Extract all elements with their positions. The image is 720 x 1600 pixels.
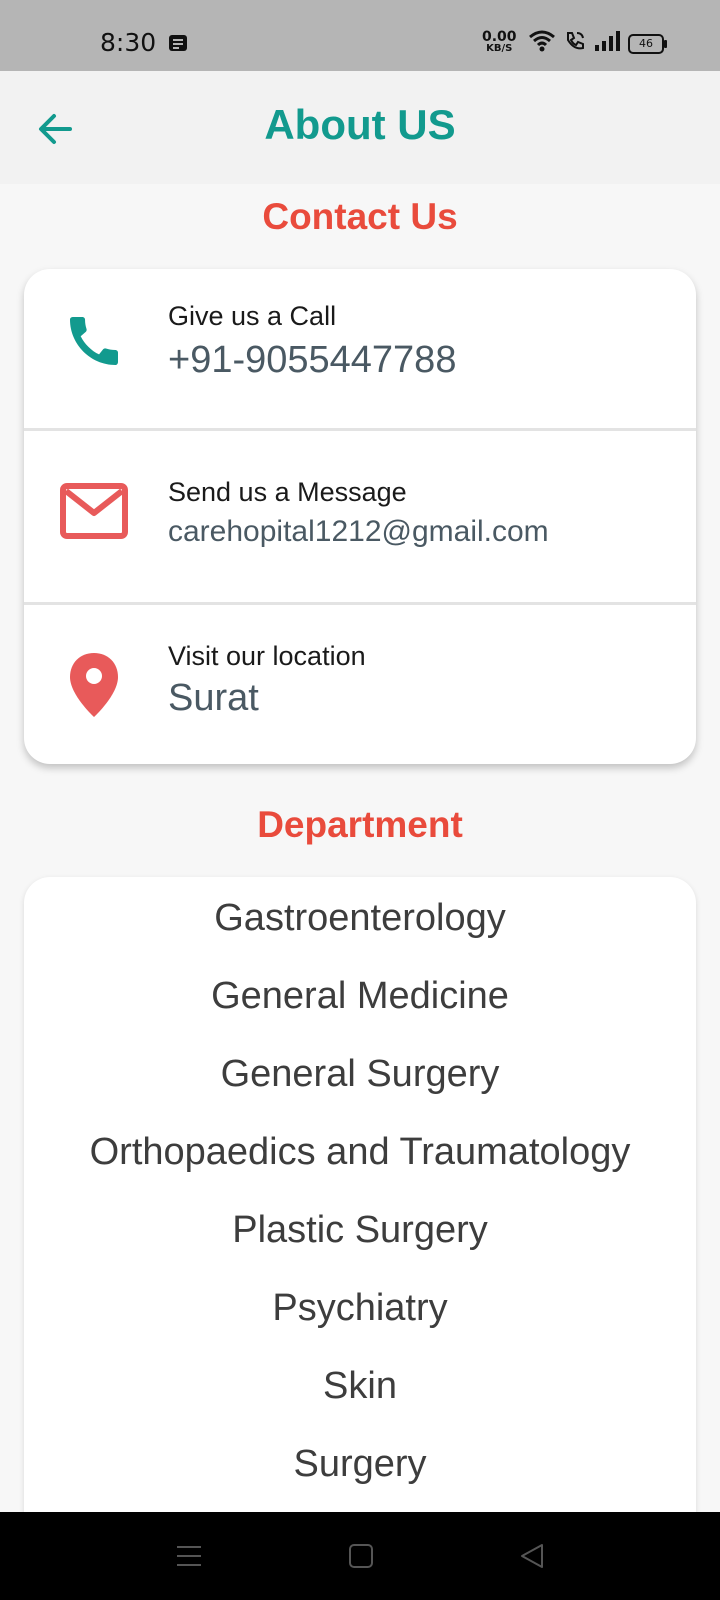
department-item[interactable]: Plastic Surgery — [24, 1209, 696, 1252]
department-section-title: Department — [257, 804, 463, 845]
signal-icon — [594, 31, 620, 56]
contact-card: Give us a Call +91-9055447788 Send us a … — [24, 269, 696, 764]
department-item[interactable]: Skin — [24, 1365, 696, 1408]
home-square-icon[interactable] — [347, 1542, 375, 1575]
location-label: Visit our location — [168, 641, 366, 671]
call-phone-number[interactable]: +91-9055447788 — [168, 339, 456, 382]
department-item[interactable]: Surgery — [24, 1443, 696, 1486]
department-item[interactable]: Orthopaedics and Traumatology — [24, 1131, 696, 1174]
call-label: Give us a Call — [168, 301, 337, 331]
department-item[interactable]: General Surgery — [24, 1053, 696, 1096]
back-triangle-icon[interactable] — [518, 1542, 546, 1575]
location-value: Surat — [168, 677, 259, 719]
system-nav-bar — [0, 1512, 720, 1600]
status-icons: 46 — [528, 30, 667, 57]
app-bar: About US — [0, 71, 720, 184]
wifi-icon — [528, 30, 556, 57]
contact-message-row[interactable]: Send us a Message carehopital1212@gmail.… — [24, 431, 696, 602]
message-email[interactable]: carehopital1212@gmail.com — [168, 515, 549, 549]
network-speed-unit: KB/S — [486, 43, 513, 54]
department-item[interactable]: Psychiatry — [24, 1287, 696, 1330]
mail-icon — [60, 483, 128, 544]
department-item[interactable]: Gastroenterology — [24, 897, 696, 940]
message-label: Send us a Message — [168, 477, 407, 507]
network-speed: 0.00 KB/S — [482, 30, 517, 55]
location-pin-icon — [68, 651, 120, 724]
status-time: 8:30 — [100, 28, 157, 57]
contact-call-row[interactable]: Give us a Call +91-9055447788 — [24, 269, 696, 428]
department-item[interactable]: General Medicine — [24, 975, 696, 1018]
contact-section-title: Contact Us — [262, 196, 458, 237]
notification-icon — [168, 34, 188, 57]
battery-icon: 46 — [628, 33, 667, 54]
wifi-call-icon — [564, 30, 586, 57]
menu-icon[interactable] — [175, 1542, 203, 1575]
department-card: Gastroenterology General Medicine Genera… — [24, 877, 696, 1517]
status-bar: 8:30 0.00 KB/S 46 — [0, 0, 720, 71]
contact-location-row[interactable]: Visit our location Surat — [24, 605, 696, 764]
page-title: About US — [264, 101, 456, 148]
phone-icon — [62, 309, 126, 378]
